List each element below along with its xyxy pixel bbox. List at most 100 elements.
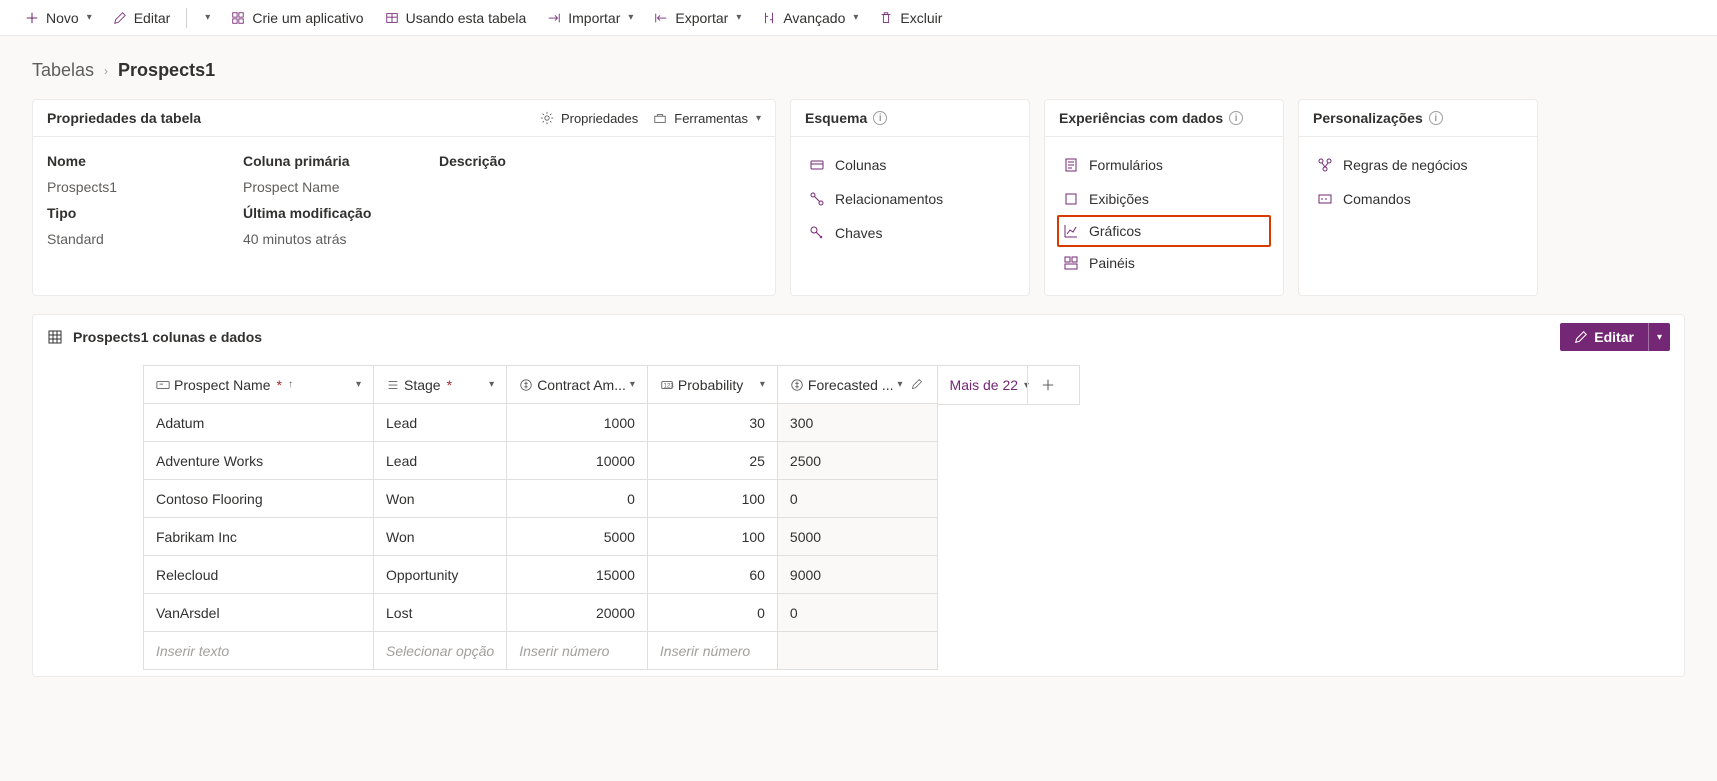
- cell-forecast[interactable]: 300: [777, 404, 937, 442]
- pencil-icon: [112, 10, 128, 26]
- cell-forecast[interactable]: 0: [777, 480, 937, 518]
- data-exp-dashboards[interactable]: Painéis: [1059, 247, 1269, 279]
- toolbar-create-app-label: Crie um aplicativo: [252, 10, 363, 26]
- new-cell-contract[interactable]: Inserir número: [507, 632, 648, 670]
- col-header-prospect[interactable]: Prospect Name* ↑ ▾: [144, 366, 374, 404]
- toolbar-delete[interactable]: Excluir: [870, 6, 950, 30]
- app-icon: [230, 10, 246, 26]
- table-row[interactable]: RelecloudOpportunity15000609000: [144, 556, 938, 594]
- new-cell-probability[interactable]: Inserir número: [647, 632, 777, 670]
- new-row[interactable]: Inserir textoSelecionar opçãoInserir núm…: [144, 632, 938, 670]
- required-star: *: [276, 377, 281, 393]
- cell-stage[interactable]: Won: [374, 480, 507, 518]
- schema-columns[interactable]: Colunas: [805, 149, 1015, 181]
- cell-prospect[interactable]: Adventure Works: [144, 442, 374, 480]
- cell-forecast[interactable]: 5000: [777, 518, 937, 556]
- toolbar-advanced[interactable]: Avançado ▾: [753, 6, 866, 30]
- table-row[interactable]: Adventure WorksLead10000252500: [144, 442, 938, 480]
- chart-icon: [1063, 223, 1079, 239]
- cell-probability[interactable]: 30: [647, 404, 777, 442]
- chevron-down-icon: ▾: [205, 12, 210, 23]
- cell-probability[interactable]: 60: [647, 556, 777, 594]
- toolbar-import[interactable]: Importar ▾: [538, 6, 641, 30]
- cell-prospect[interactable]: VanArsdel: [144, 594, 374, 632]
- cell-forecast[interactable]: 0: [777, 594, 937, 632]
- chevron-right-icon: ›: [104, 64, 108, 78]
- add-column-button[interactable]: [1027, 365, 1067, 405]
- new-cell-prospect[interactable]: Inserir texto: [144, 632, 374, 670]
- edit-data-button[interactable]: Editar: [1560, 323, 1648, 351]
- info-icon[interactable]: i: [1229, 111, 1243, 125]
- table-row[interactable]: Contoso FlooringWon01000: [144, 480, 938, 518]
- cell-contract[interactable]: 20000: [507, 594, 648, 632]
- more-columns-link[interactable]: Mais de 22 ▾: [950, 377, 1030, 393]
- breadcrumb: Tabelas › Prospects1: [32, 60, 1685, 81]
- cell-stage[interactable]: Lost: [374, 594, 507, 632]
- info-icon[interactable]: i: [1429, 111, 1443, 125]
- cell-probability[interactable]: 0: [647, 594, 777, 632]
- table-row[interactable]: AdatumLead100030300: [144, 404, 938, 442]
- chevron-down-icon: ▾: [853, 12, 858, 23]
- data-exp-forms[interactable]: Formulários: [1059, 149, 1269, 181]
- breadcrumb-root[interactable]: Tabelas: [32, 60, 94, 81]
- cell-stage[interactable]: Won: [374, 518, 507, 556]
- cell-prospect[interactable]: Fabrikam Inc: [144, 518, 374, 556]
- toolbar: Novo ▾ Editar ▾ Crie um aplicativo Usand…: [0, 0, 1717, 36]
- custom-business-rules[interactable]: Regras de negócios: [1313, 149, 1523, 181]
- cell-prospect[interactable]: Adatum: [144, 404, 374, 442]
- cell-prospect[interactable]: Relecloud: [144, 556, 374, 594]
- prop-primary-label: Coluna primária: [243, 153, 423, 169]
- cell-contract[interactable]: 10000: [507, 442, 648, 480]
- toolbar-export[interactable]: Exportar ▾: [645, 6, 749, 30]
- chevron-down-icon: ▾: [1657, 332, 1662, 343]
- new-cell-forecast[interactable]: [777, 632, 937, 670]
- sort-asc-icon: ↑: [288, 379, 293, 390]
- link-label: Comandos: [1343, 191, 1411, 207]
- data-exp-charts[interactable]: Gráficos: [1057, 215, 1271, 247]
- edit-data-split[interactable]: ▾: [1648, 323, 1670, 351]
- breadcrumb-current: Prospects1: [118, 60, 215, 81]
- col-header-forecast[interactable]: Forecasted ... ▾: [777, 366, 937, 404]
- cell-forecast[interactable]: 9000: [777, 556, 937, 594]
- chevron-down-icon: ▾: [760, 379, 765, 390]
- toolbar-create-app[interactable]: Crie um aplicativo: [222, 6, 371, 30]
- toolbar-advanced-label: Avançado: [783, 10, 845, 26]
- prop-type-value: Standard: [47, 231, 227, 247]
- separator: [186, 8, 187, 28]
- cell-stage[interactable]: Lead: [374, 404, 507, 442]
- cell-stage[interactable]: Lead: [374, 442, 507, 480]
- schema-keys[interactable]: Chaves: [805, 217, 1015, 249]
- col-header-probability[interactable]: 123 Probability ▾: [647, 366, 777, 404]
- toolbar-edit[interactable]: Editar: [104, 6, 179, 30]
- relationships-icon: [809, 191, 825, 207]
- col-header-contract[interactable]: Contract Am... ▾: [507, 366, 648, 404]
- cell-probability[interactable]: 100: [647, 518, 777, 556]
- cell-prospect[interactable]: Contoso Flooring: [144, 480, 374, 518]
- data-exp-views[interactable]: Exibições: [1059, 183, 1269, 215]
- cell-contract[interactable]: 15000: [507, 556, 648, 594]
- custom-commands[interactable]: Comandos: [1313, 183, 1523, 215]
- data-table: Prospect Name* ↑ ▾ Stage* ▾: [143, 365, 938, 670]
- toolbar-using-table[interactable]: Usando esta tabela: [376, 6, 535, 30]
- properties-action[interactable]: Propriedades: [539, 110, 638, 126]
- cell-probability[interactable]: 100: [647, 480, 777, 518]
- link-label: Formulários: [1089, 157, 1163, 173]
- tools-action[interactable]: Ferramentas ▾: [652, 110, 761, 126]
- toolbar-new[interactable]: Novo ▾: [16, 6, 100, 30]
- table-row[interactable]: Fabrikam IncWon50001005000: [144, 518, 938, 556]
- cell-contract[interactable]: 0: [507, 480, 648, 518]
- toolbar-edit-split[interactable]: ▾: [195, 8, 218, 27]
- prop-lastmod-label: Última modificação: [243, 205, 423, 221]
- cell-contract[interactable]: 1000: [507, 404, 648, 442]
- info-icon[interactable]: i: [873, 111, 887, 125]
- table-row[interactable]: VanArsdelLost2000000: [144, 594, 938, 632]
- cell-forecast[interactable]: 2500: [777, 442, 937, 480]
- svg-text:123: 123: [663, 382, 674, 389]
- cell-contract[interactable]: 5000: [507, 518, 648, 556]
- cell-stage[interactable]: Opportunity: [374, 556, 507, 594]
- col-header-stage[interactable]: Stage* ▾: [374, 366, 507, 404]
- new-cell-stage[interactable]: Selecionar opção: [374, 632, 507, 670]
- schema-relationships[interactable]: Relacionamentos: [805, 183, 1015, 215]
- cell-probability[interactable]: 25: [647, 442, 777, 480]
- toolbar-import-label: Importar: [568, 10, 620, 26]
